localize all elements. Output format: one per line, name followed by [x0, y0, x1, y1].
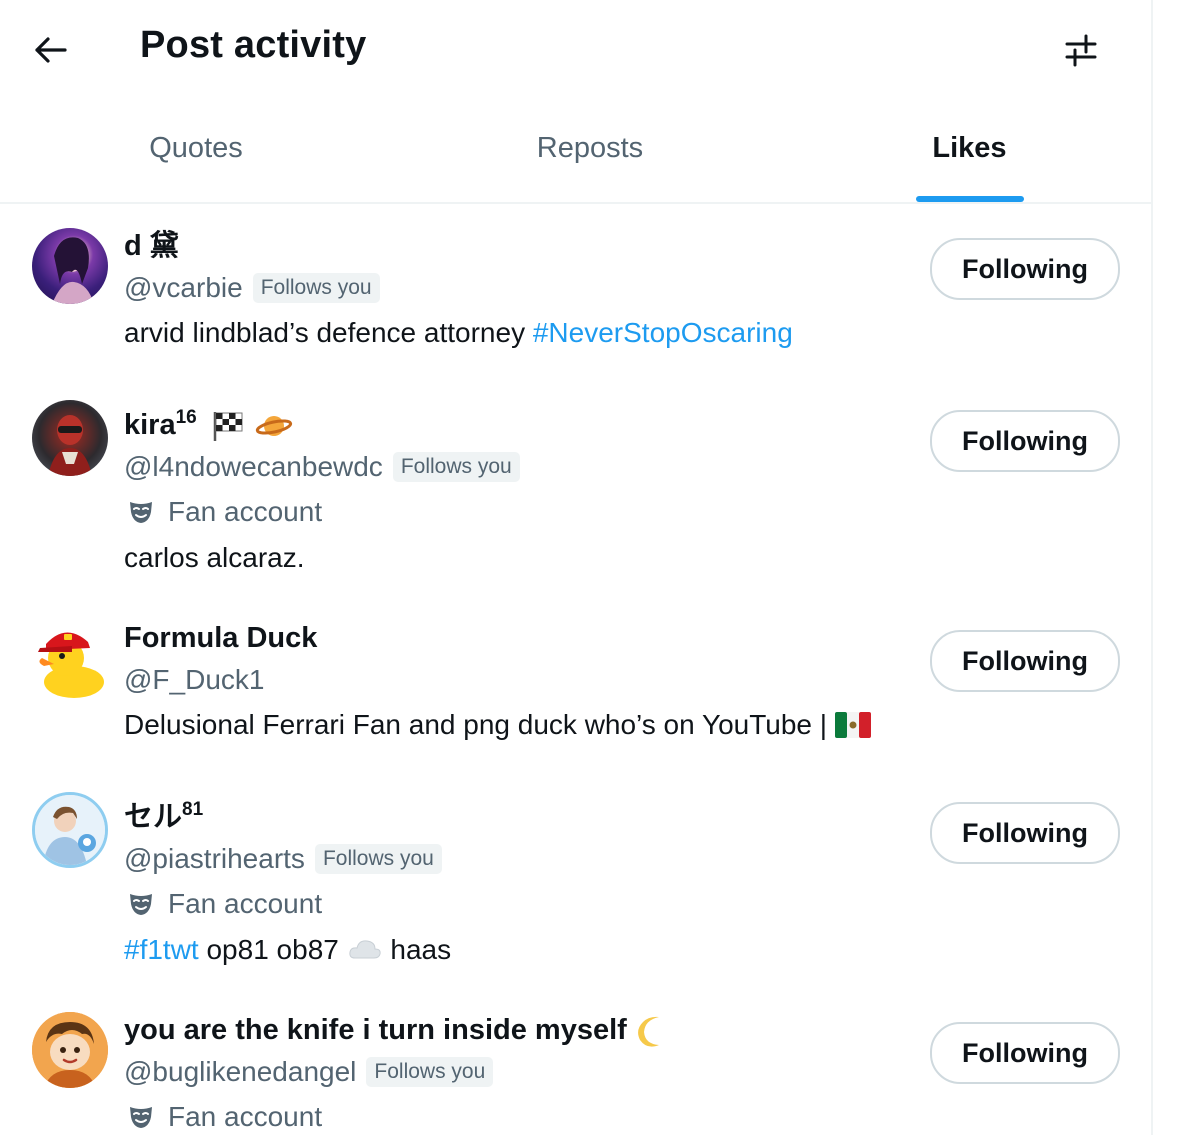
bio-text: Delusional Ferrari Fan and png duck who’… [124, 709, 835, 740]
bio-text: haas [382, 934, 452, 965]
arrow-left-icon [35, 37, 67, 63]
crescent-moon-icon [637, 1017, 659, 1048]
user-row[interactable]: d 黛 @vcarbie Follows you arvid lindblad’… [0, 204, 1151, 376]
avatar-image [35, 795, 105, 865]
checkered-flag-icon [213, 412, 243, 442]
avatar-image [52, 237, 94, 304]
handle-line: @vcarbie Follows you [124, 266, 891, 310]
mask-icon [128, 891, 154, 917]
bio: carlos alcaraz. [124, 542, 305, 573]
tab-bar: Quotes Reposts Likes [0, 100, 1151, 204]
following-button[interactable]: Following [930, 1022, 1120, 1084]
display-name-text: you are the knife i turn inside myself [124, 1014, 627, 1046]
following-button[interactable]: Following [930, 410, 1120, 472]
handle[interactable]: @vcarbie [124, 272, 243, 304]
handle[interactable]: @l4ndowecanbewdc [124, 451, 383, 483]
avatar[interactable] [32, 400, 108, 476]
right-margin [1153, 0, 1200, 1135]
page-title: Post activity [140, 24, 367, 66]
cloud-icon [348, 940, 381, 959]
handle-line: @piastrihearts Follows you [124, 837, 891, 881]
fan-account-text: Fan account [168, 1101, 323, 1132]
avatar-image [32, 1012, 108, 1088]
tab-label: Reposts [536, 132, 644, 164]
user-info: d 黛 @vcarbie Follows you arvid lindblad’… [124, 226, 891, 356]
display-name-superscript: 81 [182, 799, 204, 820]
bio-hashtag-link[interactable]: #f1twt [124, 934, 199, 965]
mask-icon [128, 499, 154, 525]
user-row[interactable]: kira16 @l4ndowecanbewdc Follows you Fan … [0, 376, 1151, 596]
bio-text: arvid lindblad’s defence attorney [124, 317, 533, 348]
mexico-flag-icon [834, 712, 871, 738]
display-name-suffix: 黛 [149, 230, 179, 262]
settings-button[interactable] [1051, 22, 1111, 78]
fan-account-label: Fan account [124, 489, 891, 535]
user-info: Formula Duck @F_Duck1 Delusional Ferrari… [124, 618, 891, 748]
fan-account-label: Fan account [124, 881, 891, 927]
bio-text: op81 ob87 [198, 934, 347, 965]
handle[interactable]: @buglikenedangel [124, 1056, 356, 1088]
follows-you-badge: Follows you [314, 844, 442, 874]
handle[interactable]: @piastrihearts [124, 843, 305, 875]
avatar[interactable] [32, 620, 108, 698]
tab-reposts[interactable]: Reposts [392, 100, 788, 202]
ringed-planet-icon [255, 416, 293, 437]
avatar-image [48, 415, 92, 476]
bio: #f1twt op81 ob87 haas [124, 927, 891, 973]
bio: arvid lindblad’s defence attorney #Never… [124, 310, 891, 356]
user-info: セル81 @piastrihearts Follows you Fan acco… [124, 790, 891, 973]
user-row[interactable]: you are the knife i turn inside myself @… [0, 988, 1151, 1135]
avatar[interactable] [32, 228, 108, 304]
handle-line: @buglikenedangel Follows you [124, 1050, 891, 1094]
display-name[interactable]: you are the knife i turn inside myself [124, 1010, 891, 1050]
sliders-icon [1065, 34, 1097, 67]
follows-you-badge: Follows you [392, 452, 520, 482]
bio-hashtag-link[interactable]: #NeverStopOscaring [533, 317, 793, 348]
bio: Delusional Ferrari Fan and png duck who’… [124, 702, 891, 748]
user-row[interactable]: セル81 @piastrihearts Follows you Fan acco… [0, 768, 1151, 988]
avatar[interactable] [32, 792, 108, 868]
display-name[interactable]: d 黛 [124, 226, 891, 266]
following-button[interactable]: Following [930, 238, 1120, 300]
handle[interactable]: @F_Duck1 [124, 664, 264, 696]
display-name-text: セル [124, 801, 183, 833]
mask-icon [128, 1104, 154, 1130]
display-name-text: kira [124, 409, 176, 441]
tab-label: Likes [932, 132, 1007, 164]
display-name-text: d [124, 230, 142, 262]
post-activity-panel: Post activity Quotes Reposts Likes d 黛 @… [0, 0, 1153, 1135]
fan-account-text: Fan account [168, 888, 323, 919]
tab-quotes[interactable]: Quotes [0, 100, 392, 202]
follows-you-badge: Follows you [366, 1057, 494, 1087]
display-name[interactable]: セル81 [124, 790, 891, 837]
user-row[interactable]: Formula Duck @F_Duck1 Delusional Ferrari… [0, 596, 1151, 768]
following-button[interactable]: Following [930, 630, 1120, 692]
avatar[interactable] [32, 1012, 108, 1088]
fan-account-label: Fan account [124, 1094, 891, 1135]
display-name[interactable]: kira16 [124, 398, 891, 445]
header: Post activity [0, 0, 1151, 100]
fan-account-text: Fan account [168, 496, 323, 527]
user-info: you are the knife i turn inside myself @… [124, 1010, 891, 1135]
active-tab-indicator [915, 196, 1024, 202]
following-button[interactable]: Following [930, 802, 1120, 864]
user-info: kira16 @l4ndowecanbewdc Follows you Fan … [124, 398, 891, 581]
back-button[interactable] [20, 22, 80, 78]
follows-you-badge: Follows you [252, 273, 380, 303]
handle-line: @l4ndowecanbewdc Follows you [124, 445, 891, 489]
display-name-superscript: 16 [175, 407, 197, 428]
tab-label: Quotes [149, 132, 243, 164]
duck-avatar-image [38, 632, 104, 698]
handle-line: @F_Duck1 [124, 658, 891, 702]
display-name[interactable]: Formula Duck [124, 618, 891, 658]
tab-likes[interactable]: Likes [788, 100, 1151, 202]
